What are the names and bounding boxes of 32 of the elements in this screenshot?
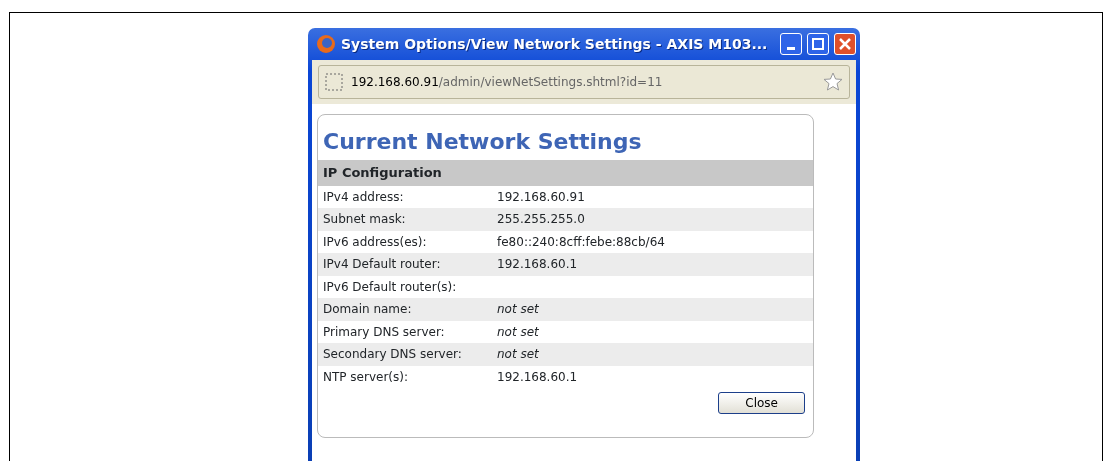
field-value: 192.168.60.1 <box>497 256 578 274</box>
field-value: not set <box>497 346 539 364</box>
field-label: IPv6 Default router(s): <box>323 278 458 296</box>
browser-logo-icon <box>316 34 336 54</box>
field-value: not set <box>497 323 539 341</box>
star-icon[interactable] <box>823 72 843 92</box>
field-label: Primary DNS server: <box>323 323 446 341</box>
url-text: 192.168.60.91/admin/viewNetSettings.shtml?id=11 <box>351 74 664 91</box>
minimize-icon <box>787 47 795 50</box>
field-label: NTP server(s): <box>323 368 409 386</box>
field-label: IPv4 Default router: <box>323 256 442 274</box>
minimize-button[interactable] <box>780 33 802 55</box>
field-label: Subnet mask: <box>323 211 407 229</box>
field-value: 192.168.60.1 <box>497 368 578 386</box>
field-label: Secondary DNS server: <box>323 346 463 364</box>
address-bar[interactable]: 192.168.60.91/admin/viewNetSettings.shtml?id=11 <box>318 65 850 99</box>
page-icon <box>325 73 343 91</box>
section-header: IP Configuration <box>318 160 813 186</box>
page-heading: Current Network Settings <box>322 128 643 156</box>
window-title: System Options/View Network Settings - AXIS M103... <box>341 34 769 54</box>
field-value: not set <box>497 301 539 319</box>
field-label: IPv6 address(es): <box>323 233 428 251</box>
field-value: 192.168.60.91 <box>497 188 585 206</box>
maximize-icon <box>812 38 824 50</box>
field-value: 255.255.255.0 <box>497 211 585 229</box>
field-value: fe80::240:8cff:febe:88cb/64 <box>497 233 665 251</box>
close-icon <box>839 38 851 50</box>
field-label: Domain name: <box>323 301 413 319</box>
maximize-button[interactable] <box>807 33 829 55</box>
close-window-button[interactable] <box>834 33 856 55</box>
field-label: IPv4 address: <box>323 188 405 206</box>
close-button[interactable]: Close <box>718 392 805 414</box>
